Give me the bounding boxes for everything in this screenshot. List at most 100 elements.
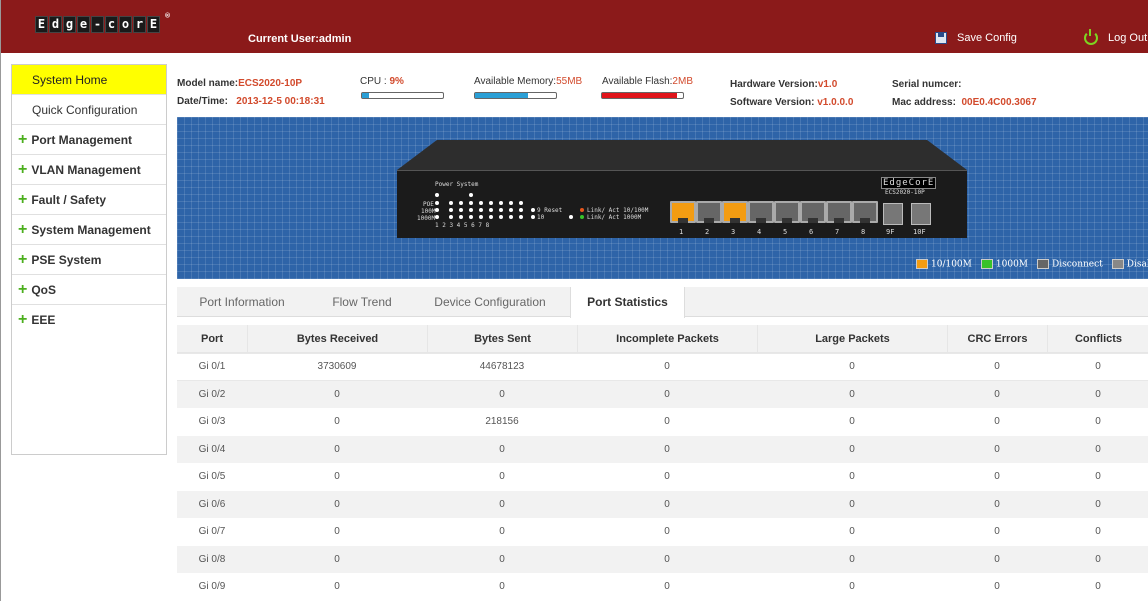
- table-cell: 0: [849, 498, 855, 510]
- sidebar-item-port-management[interactable]: + Port Management: [12, 125, 166, 155]
- table-cell: Gi 0/2: [198, 388, 226, 400]
- cpu-label: CPU : 9%: [360, 76, 404, 87]
- table-cell: 0: [994, 526, 1000, 538]
- legend-1000m: 1000M: [980, 259, 1028, 270]
- table-cell: 0: [849, 388, 855, 400]
- table-cell: 0: [1095, 388, 1101, 400]
- table-cell: 0: [1095, 361, 1101, 373]
- table-cell: 0: [849, 443, 855, 455]
- table-cell: 218156: [485, 416, 519, 428]
- legend-10-100m: 10/100M: [916, 259, 972, 270]
- table-cell: 0: [994, 581, 1000, 593]
- table-row: Gi 0/6 0 0 0 0 0 0: [177, 490, 1148, 518]
- table-cell: 0: [849, 361, 855, 373]
- tab-port-statistics[interactable]: Port Statistics: [570, 287, 685, 318]
- port-1[interactable]: [670, 201, 696, 223]
- table-row: Gi 0/2 0 0 0 0 0 0: [177, 380, 1148, 408]
- save-config-button[interactable]: Save Config: [935, 32, 1017, 44]
- date-time: Date/Time: 2013-12-5 00:18:31: [177, 96, 325, 107]
- table-cell: 0: [994, 388, 1000, 400]
- memory-label: Available Memory:55MB: [474, 76, 583, 87]
- top-header: Edge-corE ® Current User:admin Save Conf…: [1, 0, 1148, 53]
- table-cell: 0: [664, 416, 670, 428]
- sidebar-nav: System Home Quick Configuration + Port Ma…: [11, 64, 167, 455]
- table-cell: 0: [1095, 581, 1101, 593]
- port-6[interactable]: [800, 201, 826, 223]
- table-cell: Gi 0/4: [198, 443, 226, 455]
- table-cell: 0: [664, 471, 670, 483]
- table-header: Port Bytes Received Bytes Sent Incomplet…: [177, 325, 1148, 353]
- table-cell: 0: [664, 388, 670, 400]
- flash-usage-bar: [601, 92, 684, 99]
- tab-device-configuration[interactable]: Device Configuration: [415, 287, 565, 317]
- sidebar-item-qos[interactable]: + QoS: [12, 275, 166, 305]
- cpu-usage-bar: [361, 92, 444, 99]
- table-cell: 0: [994, 498, 1000, 510]
- sidebar-item-vlan-management[interactable]: + VLAN Management: [12, 155, 166, 185]
- table-cell: 0: [664, 443, 670, 455]
- table-cell: 0: [499, 471, 505, 483]
- table-cell: 0: [334, 443, 340, 455]
- sidebar-item-pse-system[interactable]: + PSE System: [12, 245, 166, 275]
- port-5[interactable]: [774, 201, 800, 223]
- table-cell: 0: [499, 498, 505, 510]
- mac-address: Mac address: 00E0.4C00.3067: [892, 97, 1037, 108]
- table-row: Gi 0/7 0 0 0 0 0 0: [177, 518, 1148, 546]
- software-version: Software Version: v1.0.0.0: [730, 97, 854, 108]
- sfp-port-9f[interactable]: [883, 203, 903, 225]
- power-icon: [1084, 29, 1098, 45]
- table-cell: 0: [664, 498, 670, 510]
- tab-bar: Port Information Flow Trend Device Confi…: [177, 287, 1148, 318]
- table-cell: Gi 0/6: [198, 498, 226, 510]
- table-cell: 0: [664, 361, 670, 373]
- port-2[interactable]: [696, 201, 722, 223]
- tab-port-information[interactable]: Port Information: [187, 287, 297, 317]
- table-cell: 0: [664, 581, 670, 593]
- tab-flow-trend[interactable]: Flow Trend: [312, 287, 412, 317]
- table-row: Gi 0/5 0 0 0 0 0 0: [177, 463, 1148, 491]
- sidebar-item-quick-configuration[interactable]: Quick Configuration: [12, 95, 166, 125]
- legend-disabled: Disabl: [1111, 259, 1148, 270]
- port-8[interactable]: [852, 201, 878, 223]
- table-cell: 0: [664, 526, 670, 538]
- legend-disconnect: Disconnect: [1037, 259, 1103, 270]
- plus-icon: +: [18, 281, 28, 298]
- table-cell: 0: [1095, 498, 1101, 510]
- table-row: Gi 0/3 0 218156 0 0 0 0: [177, 408, 1148, 436]
- table-cell: 0: [849, 526, 855, 538]
- sidebar-item-fault-safety[interactable]: + Fault / Safety: [12, 185, 166, 215]
- table-cell: 0: [499, 553, 505, 565]
- sidebar-item-system-management[interactable]: + System Management: [12, 215, 166, 245]
- serial-number: Serial numcer:: [892, 79, 962, 90]
- table-cell: 0: [994, 443, 1000, 455]
- table-cell: 0: [994, 553, 1000, 565]
- table-cell: Gi 0/8: [198, 553, 226, 565]
- table-cell: 0: [334, 553, 340, 565]
- port-4[interactable]: [748, 201, 774, 223]
- edgecore-plate-logo: EdgeCorE: [881, 177, 937, 189]
- sidebar-item-eee[interactable]: + EEE: [12, 305, 166, 335]
- table-cell: 0: [334, 498, 340, 510]
- table-cell: 0: [499, 581, 505, 593]
- table-cell: 0: [334, 581, 340, 593]
- table-cell: 0: [849, 581, 855, 593]
- table-cell: 0: [1095, 416, 1101, 428]
- table-cell: 44678123: [479, 361, 525, 373]
- plus-icon: +: [18, 161, 28, 178]
- sfp-port-10f[interactable]: [911, 203, 931, 225]
- edgecore-logo: Edge-corE ®: [35, 11, 170, 36]
- sidebar-item-system-home[interactable]: System Home: [12, 65, 166, 95]
- table-cell: 0: [849, 416, 855, 428]
- app-window: Edge-corE ® Current User:admin Save Conf…: [0, 0, 1148, 601]
- table-cell: 0: [994, 361, 1000, 373]
- port-7[interactable]: [826, 201, 852, 223]
- plus-icon: +: [18, 191, 28, 208]
- table-cell: 0: [334, 526, 340, 538]
- table-cell: 0: [1095, 553, 1101, 565]
- port-3[interactable]: [722, 201, 748, 223]
- flash-label: Available Flash:2MB: [602, 76, 693, 87]
- logout-button[interactable]: Log Out: [1084, 29, 1147, 45]
- table-cell: Gi 0/1: [198, 361, 226, 373]
- plus-icon: +: [18, 131, 28, 148]
- switch-front-panel: Power System POE 100M 1000M 1 2 3 4 5 6 …: [397, 170, 967, 238]
